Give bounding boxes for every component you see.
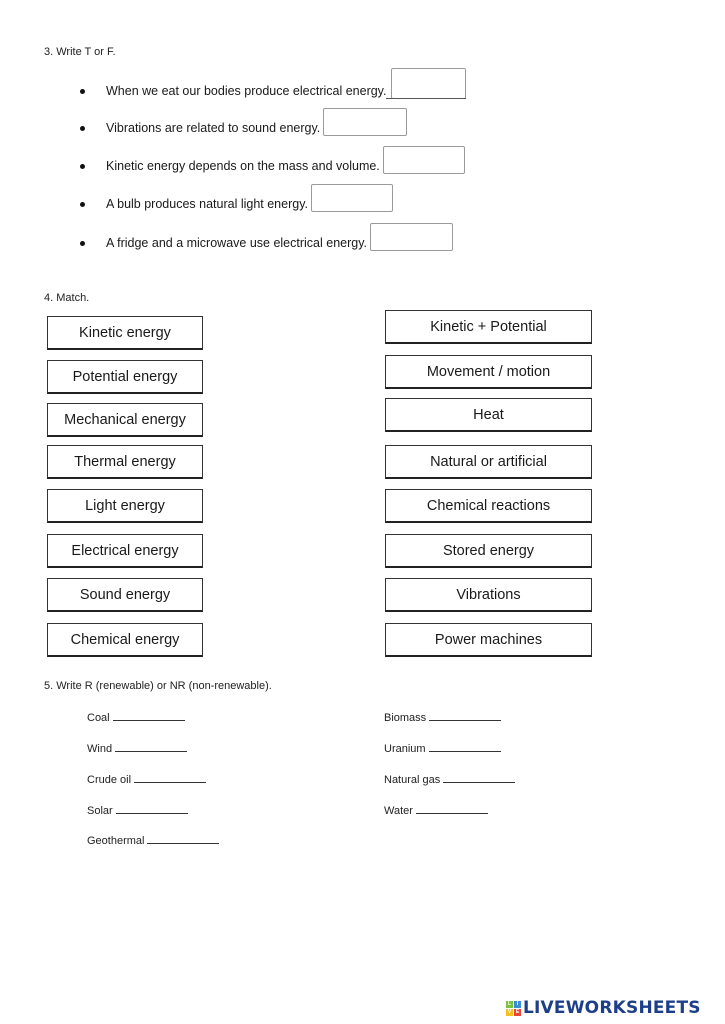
match-right-item[interactable]: Natural or artificial [385, 445, 592, 479]
match-left-item[interactable]: Potential energy [47, 360, 203, 394]
rn-label: Coal [87, 712, 110, 724]
match-left-item[interactable]: Sound energy [47, 578, 203, 612]
rn-answer-line[interactable] [115, 803, 188, 814]
section-4-heading: 4. Match. [44, 292, 90, 304]
match-right-item[interactable]: Kinetic + Potential [385, 310, 592, 344]
rn-answer-line[interactable] [415, 803, 488, 814]
section-3-heading: 3. Write T or F. [44, 46, 116, 58]
match-left-item[interactable]: Light energy [47, 489, 203, 523]
match-left-item[interactable]: Chemical energy [47, 623, 203, 657]
rn-item-right-4: Water [384, 803, 488, 817]
logo-square: I [514, 1000, 521, 1008]
match-right-item[interactable]: Stored energy [385, 534, 592, 568]
tf-answer-box[interactable] [323, 108, 408, 136]
match-left-item[interactable]: Thermal energy [47, 445, 203, 479]
logo-text: LIVEWORKSHEETS [523, 998, 701, 1018]
answer-underline [386, 98, 467, 99]
rn-label: Crude oil [87, 774, 132, 786]
rn-label: Uranium [384, 743, 426, 755]
rn-answer-line[interactable] [147, 833, 220, 844]
tf-answer-box[interactable] [310, 184, 393, 212]
section-5-heading: 5. Write R (renewable) or NR (non-renewa… [44, 680, 272, 692]
bullet-icon [80, 89, 85, 94]
liveworksheets-logo: L I V E LIVEWORKSHEETS [506, 998, 701, 1018]
tf-item-5: A fridge and a microwave use electrical … [80, 223, 454, 251]
rn-label: Biomass [384, 712, 427, 724]
tf-statement: A bulb produces natural light energy. [106, 197, 308, 211]
tf-statement: Kinetic energy depends on the mass and v… [106, 159, 380, 173]
logo-square: L [506, 1000, 513, 1008]
logo-square: V [506, 1008, 513, 1016]
bullet-icon [80, 241, 85, 246]
rn-answer-line[interactable] [429, 710, 502, 721]
rn-item-right-2: Uranium [384, 741, 501, 755]
rn-label: Natural gas [384, 774, 441, 786]
rn-label: Water [384, 805, 413, 817]
tf-item-1: When we eat our bodies produce electrica… [80, 68, 467, 99]
tf-answer-box[interactable] [370, 223, 454, 251]
rn-item-right-1: Biomass [384, 710, 502, 724]
match-right-item[interactable]: Movement / motion [385, 355, 592, 389]
match-left-item[interactable]: Electrical energy [47, 534, 203, 568]
rn-item-left-2: Wind [87, 741, 188, 755]
rn-answer-line[interactable] [428, 741, 501, 752]
rn-item-left-4: Solar [87, 803, 188, 817]
logo-square: E [514, 1008, 521, 1016]
rn-item-right-3: Natural gas [384, 772, 516, 786]
tf-answer-box[interactable] [382, 146, 465, 174]
rn-item-left-3: Crude oil [87, 772, 207, 786]
tf-item-3: Kinetic energy depends on the mass and v… [80, 146, 465, 174]
rn-item-left-1: Coal [87, 710, 185, 724]
match-left-item[interactable]: Mechanical energy [47, 403, 203, 437]
rn-label: Geothermal [87, 835, 145, 847]
rn-label: Solar [87, 805, 113, 817]
bullet-icon [80, 164, 85, 169]
rn-item-left-5: Geothermal [87, 833, 220, 847]
tf-answer-box[interactable] [391, 68, 467, 99]
logo-icon: L I V E [506, 1000, 521, 1016]
match-right-item[interactable]: Heat [385, 398, 592, 432]
match-right-item[interactable]: Vibrations [385, 578, 592, 612]
rn-answer-line[interactable] [134, 772, 207, 783]
rn-answer-line[interactable] [115, 741, 188, 752]
tf-statement: Vibrations are related to sound energy. [106, 121, 321, 135]
rn-answer-line[interactable] [112, 710, 185, 721]
match-right-item[interactable]: Power machines [385, 623, 592, 657]
bullet-icon [80, 126, 85, 131]
rn-label: Wind [87, 743, 113, 755]
bullet-icon [80, 202, 85, 207]
match-right-item[interactable]: Chemical reactions [385, 489, 592, 523]
tf-item-2: Vibrations are related to sound energy. [80, 108, 408, 136]
tf-statement: When we eat our bodies produce electrica… [106, 84, 387, 98]
tf-statement: A fridge and a microwave use electrical … [106, 236, 368, 250]
tf-item-4: A bulb produces natural light energy. [80, 184, 393, 212]
rn-answer-line[interactable] [443, 772, 516, 783]
match-left-item[interactable]: Kinetic energy [47, 316, 203, 350]
